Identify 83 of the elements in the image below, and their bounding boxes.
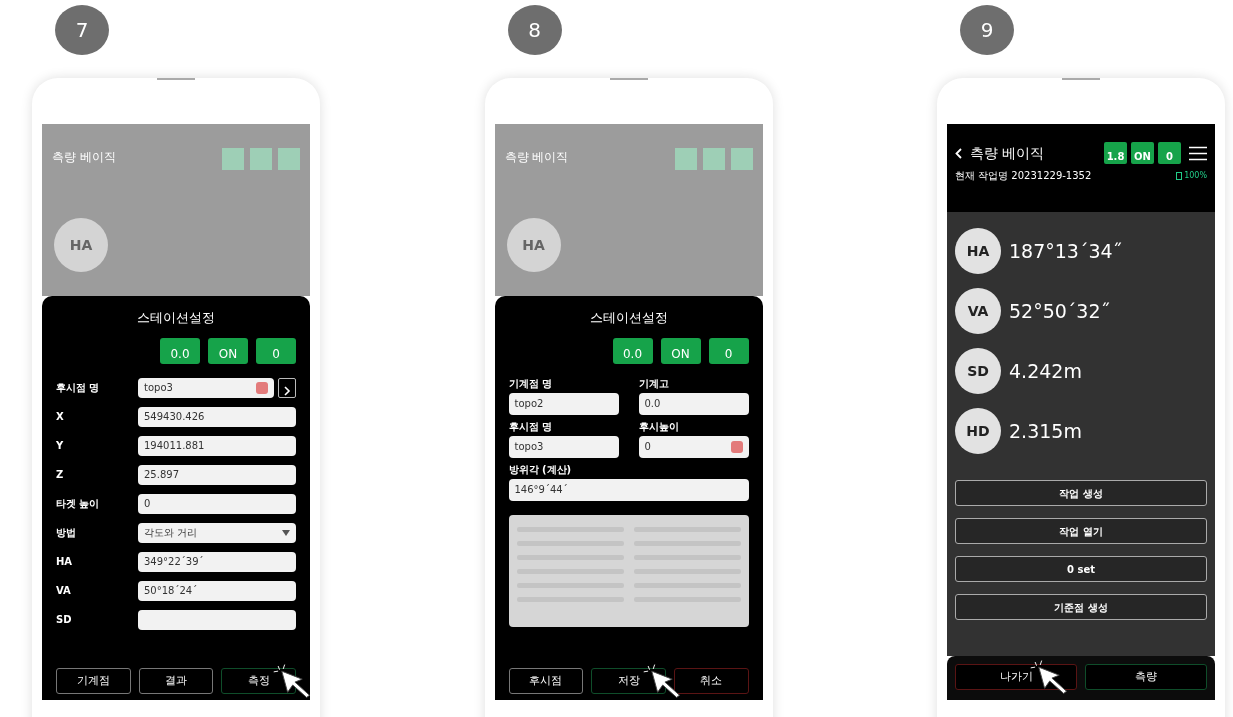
step-number: 7 xyxy=(55,5,109,55)
back-icon[interactable] xyxy=(955,147,962,159)
reading-value: 4.242m xyxy=(1009,358,1082,384)
menu-icon[interactable] xyxy=(1189,145,1207,161)
status-badge xyxy=(250,148,272,170)
footer-button[interactable]: 후시점 xyxy=(508,668,584,694)
next-button[interactable] xyxy=(278,377,296,398)
status-badge xyxy=(222,148,244,170)
status-badge: 0 xyxy=(708,337,749,364)
status-badge: ON xyxy=(660,337,701,364)
input-field[interactable]: 146°9´44´ xyxy=(508,478,749,501)
screen-title: 측량 베이직 xyxy=(970,143,1045,163)
drag-handle xyxy=(609,78,648,80)
battery-level: 100% xyxy=(1184,169,1207,182)
dropdown-caret-icon xyxy=(282,529,290,536)
sheet-title: 스테이션설정 xyxy=(588,309,669,327)
field-label: 타겟 높이 xyxy=(56,497,101,511)
drag-handle xyxy=(1062,78,1100,80)
dropdown-field[interactable]: 각도와 거리 xyxy=(138,522,296,543)
field-label: 후시높이 xyxy=(638,419,680,434)
field-label: HA xyxy=(56,555,74,569)
footer-button[interactable]: 취소 xyxy=(673,668,749,694)
menu-action-button[interactable]: 작업 열기 xyxy=(955,518,1207,544)
status-badge: 1.8 xyxy=(1104,142,1127,164)
input-field[interactable]: topo2 xyxy=(508,392,619,415)
status-badge: 0.0 xyxy=(612,337,653,364)
field-label: 기계고 xyxy=(638,376,670,391)
status-badge: 0 xyxy=(256,337,296,364)
reading-label: HA xyxy=(54,218,108,272)
battery-icon xyxy=(1176,171,1183,180)
field-label: 방위각 (계산) xyxy=(508,462,573,477)
input-field[interactable]: 25.897 xyxy=(138,464,296,485)
reading-label: VA xyxy=(955,288,1001,334)
field-label: X xyxy=(56,410,65,424)
clear-icon[interactable] xyxy=(730,440,743,453)
menu-action-button[interactable]: 작업 생성 xyxy=(955,480,1207,506)
input-field[interactable]: 50°18´24´ xyxy=(138,580,296,601)
reading-value: 52°50´32˝ xyxy=(1009,298,1111,324)
field-label: 기계점 명 xyxy=(508,376,553,391)
status-badge: ON xyxy=(208,337,248,364)
screen-title: 측량 베이직 xyxy=(52,149,116,166)
job-name: 현재 작업명 20231229-1352 xyxy=(955,169,1092,183)
field-label: 방법 xyxy=(56,526,77,540)
status-badge xyxy=(278,148,300,170)
chevron-right-icon xyxy=(283,386,291,396)
status-badge: ON xyxy=(1131,142,1154,164)
reading-value: 2.315m xyxy=(1009,418,1082,444)
status-badge: 0 xyxy=(1158,142,1181,164)
step-number: 9 xyxy=(960,5,1014,55)
reading-label: HD xyxy=(955,408,1001,454)
reading-value: 187°13´34˝ xyxy=(1009,238,1123,264)
input-field[interactable] xyxy=(138,609,296,630)
field-label: Y xyxy=(56,439,65,453)
field-label: 후시점 명 xyxy=(508,419,553,434)
footer-button[interactable]: 기계점 xyxy=(56,668,131,694)
field-label: 후시점 명 xyxy=(56,381,101,395)
field-label: Z xyxy=(56,468,65,482)
input-field[interactable]: topo3 xyxy=(508,435,619,458)
sheet-title: 스테이션설정 xyxy=(136,309,216,327)
input-field[interactable]: 349°22´39´ xyxy=(138,551,296,572)
menu-action-button[interactable]: 0 set xyxy=(955,556,1207,582)
footer-button[interactable]: 결과 xyxy=(138,668,214,694)
status-badge xyxy=(730,148,753,170)
input-field[interactable]: 0 xyxy=(638,435,749,458)
input-field[interactable]: 0.0 xyxy=(638,392,749,415)
reading-label: HA xyxy=(506,218,561,272)
input-field[interactable]: topo3 xyxy=(138,377,274,398)
drag-handle xyxy=(157,78,195,80)
screen-title: 측량 베이직 xyxy=(504,149,569,166)
field-label: VA xyxy=(56,584,72,598)
menu-action-button[interactable]: 기준점 생성 xyxy=(955,594,1207,620)
field-label: SD xyxy=(56,613,73,627)
footer-button[interactable]: 측량 xyxy=(1085,664,1207,690)
status-badge: 0.0 xyxy=(160,337,200,364)
status-badge xyxy=(674,148,697,170)
status-badge xyxy=(702,148,725,170)
input-field[interactable]: 194011.881 xyxy=(138,435,296,456)
input-field[interactable]: 0 xyxy=(138,493,296,514)
reading-label: HA xyxy=(955,228,1001,274)
input-field[interactable]: 549430.426 xyxy=(138,406,296,427)
clear-icon[interactable] xyxy=(256,381,268,394)
step-number: 8 xyxy=(507,5,562,55)
reading-label: SD xyxy=(955,348,1001,394)
